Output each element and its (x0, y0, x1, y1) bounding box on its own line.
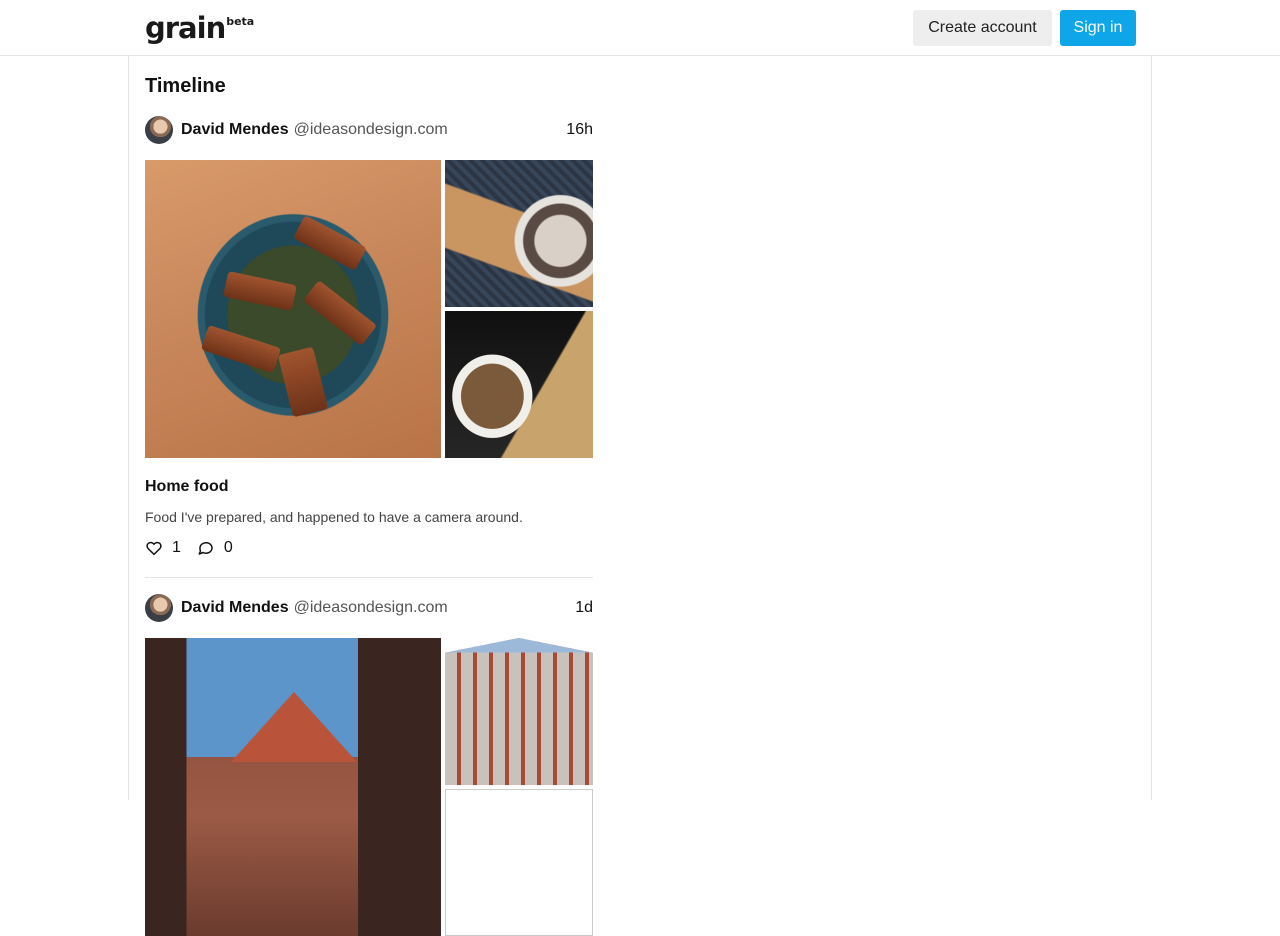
post-header: David Mendes @ideasondesign.com 16h (145, 116, 593, 144)
create-account-button[interactable]: Create account (913, 10, 1052, 46)
author-handle[interactable]: @ideasondesign.com (294, 121, 448, 139)
photo-bottom[interactable] (445, 789, 593, 936)
tofu-piece (302, 279, 378, 347)
tofu-piece (292, 215, 368, 271)
post-header: David Mendes @ideasondesign.com 1d (145, 594, 593, 622)
like-button[interactable]: 1 (145, 539, 181, 557)
top-bar: grain beta Create account Sign in (0, 0, 1280, 56)
avatar[interactable] (145, 594, 173, 622)
timeline-post: David Mendes @ideasondesign.com 16h Home… (145, 116, 593, 558)
comment-button[interactable]: 0 (197, 539, 233, 557)
post-divider (145, 577, 593, 578)
timeline-post: David Mendes @ideasondesign.com 1d (145, 594, 593, 936)
building-roof (231, 692, 357, 762)
author-name[interactable]: David Mendes (181, 121, 289, 139)
tofu-piece (277, 346, 329, 418)
page-title: Timeline (145, 75, 226, 97)
post-timestamp[interactable]: 16h (566, 121, 593, 139)
photo-top[interactable] (445, 638, 593, 785)
author-name[interactable]: David Mendes (181, 599, 289, 617)
like-count: 1 (172, 539, 181, 556)
photo-main[interactable] (145, 638, 441, 936)
photo-main[interactable] (145, 160, 441, 458)
post-timestamp[interactable]: 1d (575, 599, 593, 617)
photo-top[interactable] (445, 160, 593, 307)
sign-in-button[interactable]: Sign in (1060, 10, 1136, 46)
heart-icon (146, 541, 162, 556)
comment-icon (198, 541, 213, 555)
tofu-piece (223, 271, 297, 311)
comment-count: 0 (223, 539, 233, 556)
photo-bottom[interactable] (445, 311, 593, 458)
beta-badge: beta (226, 15, 255, 28)
post-description: Food I've prepared, and happened to have… (145, 509, 523, 525)
author-handle[interactable]: @ideasondesign.com (294, 599, 448, 617)
brand-logo[interactable]: grain beta (145, 12, 254, 44)
tofu-piece (200, 324, 282, 374)
photo-gallery[interactable] (145, 638, 593, 936)
photo-gallery[interactable] (145, 160, 593, 458)
post-actions: 1 0 (145, 538, 593, 558)
post-title[interactable]: Home food (145, 478, 593, 496)
brand-wordmark: grain (145, 11, 226, 45)
avatar[interactable] (145, 116, 173, 144)
